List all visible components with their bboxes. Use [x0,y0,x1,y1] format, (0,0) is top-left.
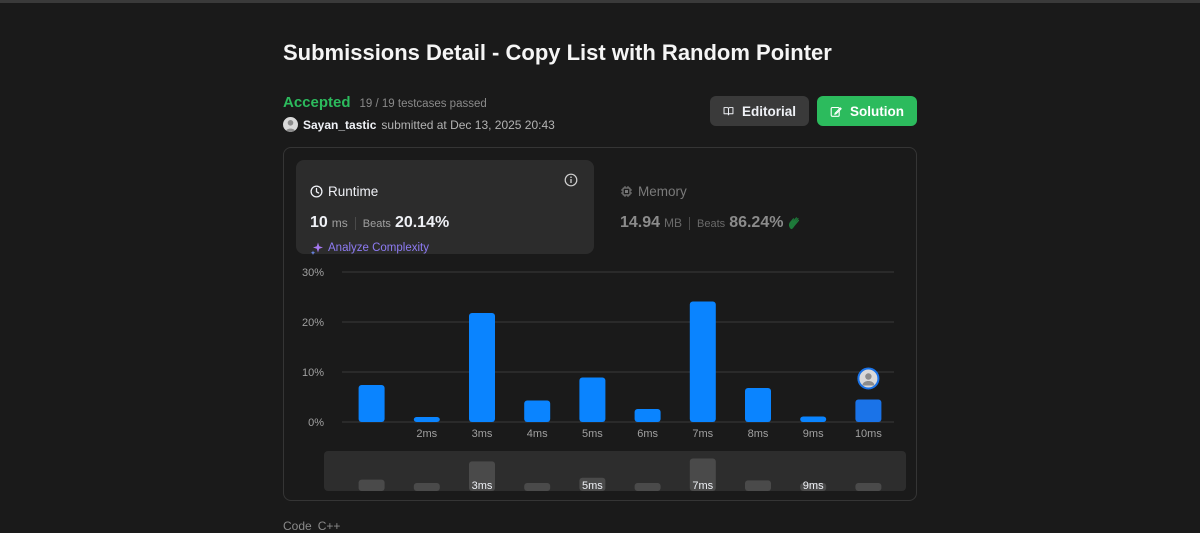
submitter-row: Sayan_tastic submitted at Dec 13, 2025 2… [283,117,555,132]
chart-bar[interactable] [358,385,385,422]
y-tick-label: 10% [302,367,324,379]
top-border [0,0,1200,3]
mini-tick-label: 3ms [472,480,493,492]
lang-label: C++ [317,519,341,533]
status-accepted: Accepted [283,94,351,111]
user-icon [285,120,296,132]
status-row: Accepted 19 / 19 testcases passed [283,94,487,111]
mini-bar [413,483,440,491]
chart-bar[interactable] [855,399,882,423]
avatar[interactable] [283,117,298,132]
x-tick-label: 3ms [472,428,493,440]
submitter-name[interactable]: Sayan_tastic [303,118,376,132]
chart-bar[interactable] [413,417,440,422]
chart-bar[interactable] [689,301,716,423]
chart-bar[interactable] [524,400,551,423]
x-tick-label: 9ms [803,428,824,440]
runtime-distribution-chart: 0%10%20%30%2ms 3ms 4ms 5ms 6ms 7ms 8ms 9ms 10ms … [302,267,906,492]
solution-label: Solution [850,103,904,119]
x-tick-label: 8ms [748,428,769,440]
x-tick-label: 10ms [855,428,882,440]
submitted-at: submitted at Dec 13, 2025 20:43 [381,117,555,132]
chart-bar[interactable] [634,409,661,422]
y-tick-label: 20% [302,317,324,329]
x-tick-label: 4ms [527,428,548,440]
y-tick-label: 0% [308,417,324,429]
mini-tick-label: 7ms [692,480,713,492]
performance-panel: Runtime 10 ms Beats 20.14% Analyze Compl… [283,147,917,501]
mini-bar [634,483,661,491]
mini-tick-label: 5ms [582,480,603,492]
mini-bar [745,480,771,491]
code-label: Code [283,519,312,533]
mini-bar [855,483,882,491]
chart-bar[interactable] [579,377,606,423]
x-tick-label: 7ms [692,428,713,440]
y-tick-label: 30% [302,267,324,279]
book-icon [723,107,734,116]
page-title: Submissions Detail - Copy List with Rand… [283,40,832,65]
chart-bar[interactable] [800,416,827,423]
x-tick-label: 2ms [416,428,437,440]
chart-bar[interactable] [469,313,495,422]
mini-tick-label: 9ms [803,480,824,492]
chart-bar[interactable] [745,388,771,422]
editorial-label: Editorial [741,103,796,119]
testcases-passed: 19 / 19 testcases passed [359,98,487,110]
x-tick-label: 6ms [637,428,658,440]
your-submission-marker[interactable] [857,367,880,390]
mini-bar [524,483,551,491]
editorial-button[interactable]: Editorial [710,96,809,126]
code-section-header: Code C++ [283,519,340,533]
x-tick-label: 5ms [582,428,603,440]
edit-icon [830,106,842,117]
mini-bar [358,479,385,491]
solution-button[interactable]: Solution [817,96,917,126]
